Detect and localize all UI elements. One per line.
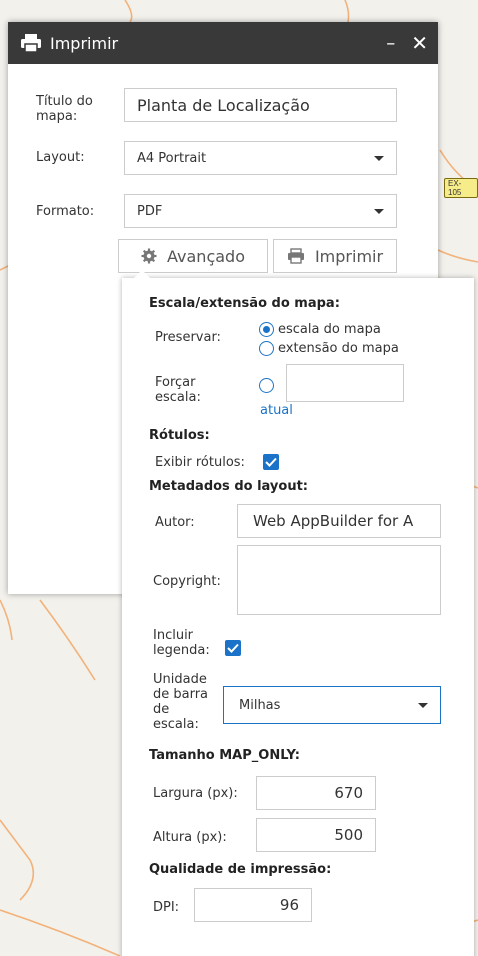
radio-map-extent-label[interactable]: extensão do mapa — [278, 341, 399, 356]
width-input[interactable]: 670 — [256, 776, 376, 810]
scalebar-unit-value: Milhas — [239, 697, 281, 713]
copyright-input[interactable] — [237, 545, 441, 615]
show-labels-label: Exibir rótulos: — [155, 455, 245, 470]
dpi-input[interactable]: 96 — [194, 888, 312, 922]
map-title-label: Título do mapa: — [36, 94, 93, 124]
author-label: Autor: — [155, 515, 195, 530]
chevron-down-icon — [374, 156, 384, 161]
radio-force-scale[interactable] — [259, 378, 274, 393]
checkmark-icon — [227, 643, 239, 653]
printer-icon — [21, 34, 41, 53]
height-input[interactable]: 500 — [256, 818, 376, 852]
print-button[interactable]: Imprimir — [273, 239, 397, 273]
radio-map-scale-label[interactable]: escala do mapa — [278, 322, 381, 337]
radio-map-scale[interactable] — [259, 322, 274, 337]
popup-pointer — [134, 270, 150, 278]
scalebar-unit-select[interactable]: Milhas — [223, 686, 441, 724]
layout-value: A4 Portrait — [137, 150, 207, 166]
chevron-down-icon — [374, 209, 384, 214]
checkmark-icon — [265, 457, 277, 467]
printer-icon — [287, 248, 304, 264]
print-button-label: Imprimir — [314, 246, 384, 266]
advanced-settings-popup: Escala/extensão do mapa: Preservar: esca… — [122, 270, 474, 956]
current-scale-link[interactable]: atual — [260, 403, 293, 418]
gear-icon — [141, 248, 157, 264]
scale-section-title: Escala/extensão do mapa: — [149, 296, 340, 311]
copyright-label: Copyright: — [153, 574, 221, 589]
close-button[interactable]: ✕ — [411, 31, 428, 55]
width-label: Largura (px): — [153, 786, 238, 801]
labels-section-title: Rótulos: — [149, 428, 210, 443]
road-label: EX-105 — [444, 178, 478, 198]
dpi-label: DPI: — [153, 900, 180, 915]
radio-map-extent[interactable] — [259, 341, 274, 356]
chevron-down-icon — [418, 703, 428, 708]
metadata-section-title: Metadados do layout: — [149, 479, 308, 494]
preserve-label: Preservar: — [155, 330, 221, 345]
force-scale-input[interactable] — [286, 364, 404, 402]
panel-title: Imprimir — [50, 33, 119, 53]
layout-label: Layout: — [36, 150, 85, 165]
advanced-button[interactable]: Avançado — [118, 239, 268, 273]
legend-label: Incluir legenda: — [153, 628, 210, 658]
minimize-button[interactable]: – — [386, 33, 395, 54]
advanced-button-label: Avançado — [167, 246, 245, 266]
layout-select[interactable]: A4 Portrait — [124, 141, 397, 175]
legend-checkbox[interactable] — [225, 640, 241, 656]
format-label: Formato: — [36, 204, 95, 219]
format-select[interactable]: PDF — [124, 194, 397, 228]
panel-titlebar[interactable]: Imprimir – ✕ — [8, 22, 438, 64]
format-value: PDF — [137, 203, 163, 219]
height-label: Altura (px): — [153, 830, 227, 845]
author-input[interactable]: Web AppBuilder for A — [237, 504, 441, 538]
map-only-section-title: Tamanho MAP_ONLY: — [149, 748, 300, 763]
quality-section-title: Qualidade de impressão: — [149, 862, 332, 877]
scalebar-unit-label: Unidade de barra de escala: — [153, 672, 209, 732]
force-scale-label: Forçar escala: — [155, 375, 201, 405]
map-title-input[interactable]: Planta de Localização — [124, 88, 397, 122]
show-labels-checkbox[interactable] — [263, 454, 279, 470]
